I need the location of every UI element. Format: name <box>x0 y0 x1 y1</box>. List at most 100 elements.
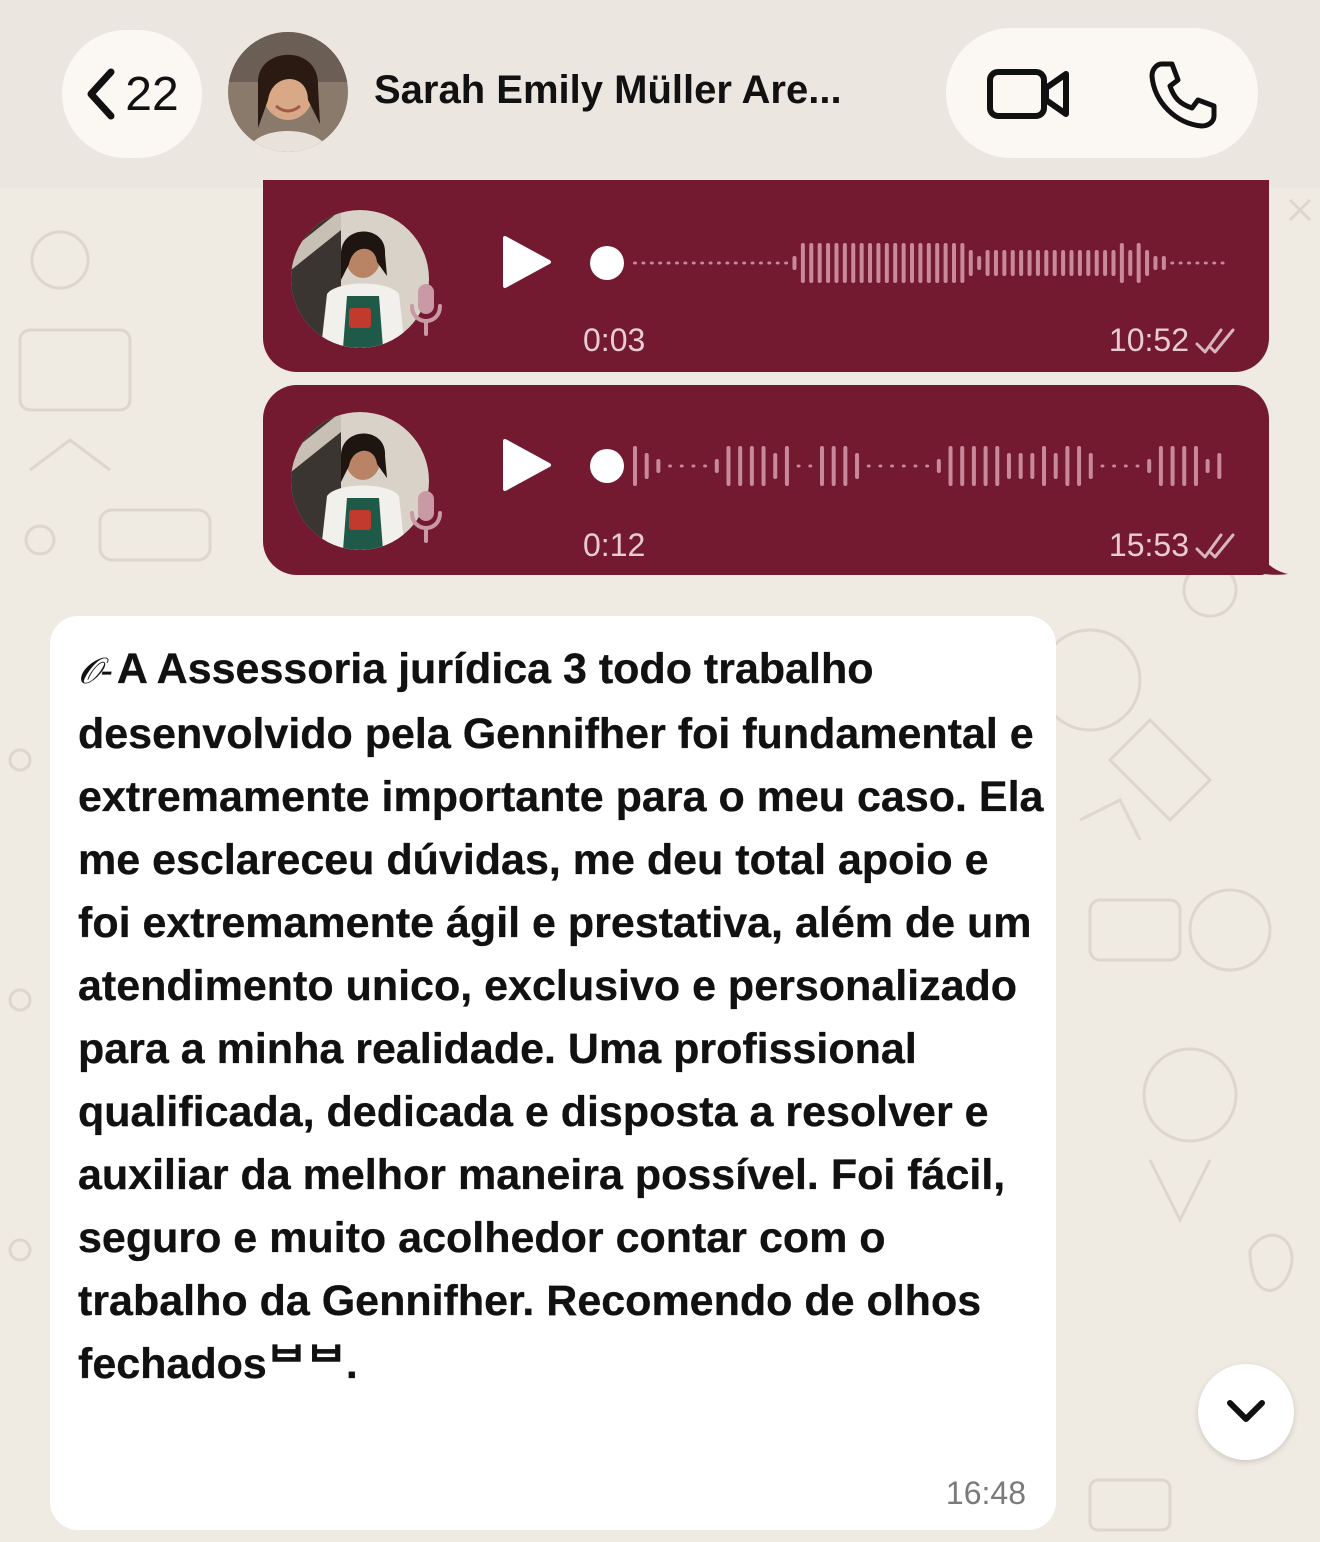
message-time: 15:53 <box>1108 527 1189 563</box>
waveform-bar <box>1178 261 1183 265</box>
scroll-to-bottom-button[interactable] <box>1198 1364 1294 1460</box>
waveform-bar <box>1136 243 1141 283</box>
back-button[interactable]: 22 <box>62 30 202 158</box>
waveform-bar <box>859 243 864 283</box>
waveform-bar <box>960 446 965 486</box>
waveform-bar <box>817 243 822 283</box>
waveform-bar <box>792 256 797 270</box>
double-check-icon <box>1195 533 1235 559</box>
waveform-bar <box>1018 453 1023 479</box>
waveform-bar <box>679 464 684 468</box>
waveform-bar <box>968 250 973 276</box>
waveform-bar <box>716 261 721 265</box>
chat-header: 22 Sarah Emily Müller Are... <box>0 0 1320 188</box>
waveform-bar <box>1170 446 1175 486</box>
waveform-bar <box>901 243 906 283</box>
play-button[interactable] <box>497 437 553 493</box>
play-button[interactable] <box>497 234 553 290</box>
microphone-icon <box>410 284 442 336</box>
waveform-bar <box>977 256 982 270</box>
waveform-bar <box>1077 250 1082 276</box>
message-trailing-glyph: ᄇᄇ. <box>266 1340 358 1388</box>
waveform-bar <box>943 243 948 283</box>
waveform-bar <box>725 261 730 265</box>
waveform-bar <box>758 261 763 265</box>
waveform-bar <box>842 243 847 283</box>
waveform-bar <box>1135 464 1140 468</box>
waveform-bar <box>1052 250 1057 276</box>
waveform-bar <box>644 453 649 479</box>
waveform-bar <box>800 243 805 283</box>
waveform-bar <box>1217 453 1222 479</box>
waveform-bar <box>1187 261 1192 265</box>
audio-waveform[interactable] <box>589 431 1229 501</box>
waveform-bar <box>1086 250 1091 276</box>
waveform-bar <box>1010 250 1015 276</box>
waveform-bar <box>993 250 998 276</box>
unread-count: 22 <box>125 67 179 121</box>
contact-avatar[interactable] <box>228 32 348 152</box>
audio-waveform[interactable] <box>589 228 1229 298</box>
waveform-bar <box>714 459 719 473</box>
message-time: 10:52 <box>1108 322 1189 358</box>
waveform-bar <box>726 446 731 486</box>
waveform-bar <box>1145 250 1150 276</box>
waveform-bar <box>691 464 696 468</box>
voice-message[interactable]: 0:03 10:52 <box>263 180 1269 372</box>
waveform-bar <box>951 243 956 283</box>
waveform-bar <box>656 459 661 473</box>
incoming-message[interactable]: 𝒪-A Assessoria jurídica 3 todo trabalho … <box>50 616 1056 1530</box>
waveform-bar <box>925 464 930 468</box>
waveform-bar <box>971 446 976 486</box>
waveform-bar <box>985 250 990 276</box>
call-actions <box>946 28 1258 158</box>
microphone-icon <box>410 491 442 543</box>
waveform-bar <box>1002 250 1007 276</box>
waveform-bar <box>1220 261 1225 265</box>
waveform-bar <box>796 464 801 468</box>
waveform-bar <box>868 243 873 283</box>
waveform-bar <box>1182 446 1187 486</box>
waveform-bar <box>691 261 696 265</box>
waveform-bar <box>633 261 637 265</box>
waveform-bar <box>1119 243 1124 283</box>
waveform-bar <box>995 446 1000 486</box>
waveform-bar <box>1088 453 1093 479</box>
waveform-bar <box>1053 453 1058 479</box>
waveform-bar <box>683 261 688 265</box>
waveform-bar <box>1158 446 1163 486</box>
waveform-bar <box>948 446 953 486</box>
waveform-bar <box>1203 261 1208 265</box>
waveform-bar <box>1030 453 1035 479</box>
waveform-bar <box>738 446 743 486</box>
waveform-bar <box>1044 250 1049 276</box>
waveform-bar <box>913 464 918 468</box>
playback-position <box>590 246 624 280</box>
waveform-bar <box>1193 446 1198 486</box>
waveform-bar <box>668 464 673 468</box>
waveform-bar <box>866 464 871 468</box>
waveform-bar <box>666 261 671 265</box>
waveform-bar <box>1123 464 1128 468</box>
waveform-bar <box>761 446 766 486</box>
playback-position <box>590 449 624 483</box>
waveform-bar <box>641 261 646 265</box>
voice-message[interactable]: 0:12 15:53 <box>263 385 1269 575</box>
phone-icon[interactable] <box>1146 58 1218 130</box>
waveform-bar <box>775 261 780 265</box>
waveform-bar <box>834 243 839 283</box>
message-time: 16:48 <box>945 1475 1026 1511</box>
waveform-bar <box>784 261 789 265</box>
message-text: 𝒪-A Assessoria jurídica 3 todo trabalho … <box>78 638 1048 1396</box>
contact-name[interactable]: Sarah Emily Müller Are... <box>374 68 914 113</box>
waveform-bar <box>901 464 906 468</box>
waveform-bar <box>1195 261 1200 265</box>
waveform-bar <box>1019 250 1024 276</box>
video-camera-icon[interactable] <box>986 64 1070 124</box>
waveform-bar <box>1103 250 1108 276</box>
waveform-bar <box>1112 464 1117 468</box>
waveform-bar <box>742 261 747 265</box>
waveform-bar <box>935 243 940 283</box>
waveform-bar <box>1061 250 1066 276</box>
waveform-bar <box>884 243 889 283</box>
